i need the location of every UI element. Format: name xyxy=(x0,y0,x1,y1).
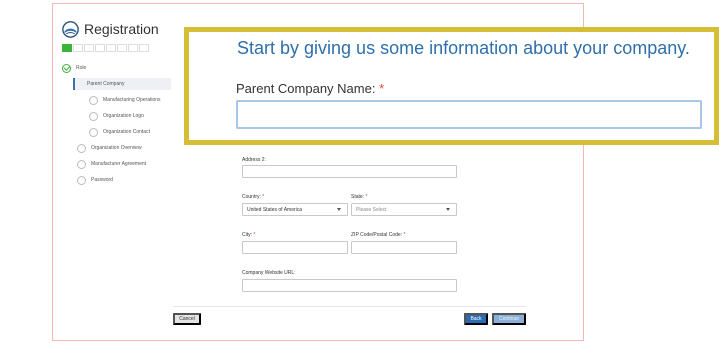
callout-heading: Start by giving us some information abou… xyxy=(237,38,690,58)
footer-divider xyxy=(173,306,526,307)
check-circle-icon xyxy=(62,63,71,73)
page-title: Registration xyxy=(84,21,159,37)
step-organization-overview[interactable]: Organization Overview xyxy=(77,142,142,154)
progress-segment-6 xyxy=(117,44,127,52)
step-circle-icon xyxy=(89,95,98,105)
step-label: Role xyxy=(76,65,87,71)
step-label: Organization Logo xyxy=(103,113,144,119)
progress-segment-2 xyxy=(73,44,83,52)
progress-segment-7 xyxy=(128,44,138,52)
step-label: Manufacturing Operations xyxy=(103,97,161,103)
step-organization-logo[interactable]: Organization Logo xyxy=(89,110,144,122)
step-circle-icon xyxy=(77,159,86,169)
state-select[interactable]: Please Select xyxy=(351,203,457,216)
progress-segment-4 xyxy=(95,44,105,52)
cancel-button[interactable]: Cancel xyxy=(173,313,201,325)
state-label: State: * xyxy=(351,194,368,200)
step-manufacturing-operations[interactable]: Manufacturing Operations xyxy=(89,94,161,106)
progress-segment-3 xyxy=(84,44,94,52)
website-label: Company Website URL: xyxy=(242,270,296,276)
city-input[interactable] xyxy=(242,241,348,254)
step-label: Organization Contact xyxy=(103,129,150,135)
country-label: Country: * xyxy=(242,194,265,200)
step-circle-icon xyxy=(89,111,98,121)
registration-logo-icon xyxy=(62,21,79,38)
chevron-down-icon xyxy=(337,208,341,211)
step-password[interactable]: Password xyxy=(77,174,113,186)
parent-company-name-label: Parent Company Name: * xyxy=(236,81,385,96)
step-label: Password xyxy=(91,177,113,183)
step-label: Manufacturer Agreement xyxy=(91,161,147,167)
address2-label: Address 2: xyxy=(242,157,266,163)
step-label: Organization Overview xyxy=(91,145,142,151)
progress-bar xyxy=(62,44,149,52)
city-label: City: * xyxy=(242,232,256,238)
step-role[interactable]: Role xyxy=(62,62,86,74)
zip-label: ZIP Code/Postal Code: * xyxy=(351,232,406,238)
progress-segment-8 xyxy=(139,44,149,52)
step-organization-contact[interactable]: Organization Contact xyxy=(89,126,150,138)
continue-button[interactable]: Continue xyxy=(492,313,526,325)
step-label: Parent Company xyxy=(87,81,125,87)
step-circle-icon xyxy=(77,143,86,153)
step-circle-icon xyxy=(77,175,86,185)
step-manufacturer-agreement[interactable]: Manufacturer Agreement xyxy=(77,158,146,170)
country-select[interactable]: United States of America xyxy=(242,203,348,216)
step-parent-company[interactable]: Parent Company xyxy=(73,78,171,90)
chevron-down-icon xyxy=(446,208,450,211)
address2-input[interactable] xyxy=(242,165,457,178)
progress-segment-1 xyxy=(62,44,72,52)
back-button[interactable]: Back xyxy=(464,313,488,325)
step-circle-icon xyxy=(89,127,98,137)
parent-company-name-input[interactable] xyxy=(236,100,702,129)
website-input[interactable] xyxy=(242,279,457,292)
zoom-callout: Start by giving us some information abou… xyxy=(184,27,719,145)
zip-input[interactable] xyxy=(351,241,457,254)
progress-segment-5 xyxy=(106,44,116,52)
